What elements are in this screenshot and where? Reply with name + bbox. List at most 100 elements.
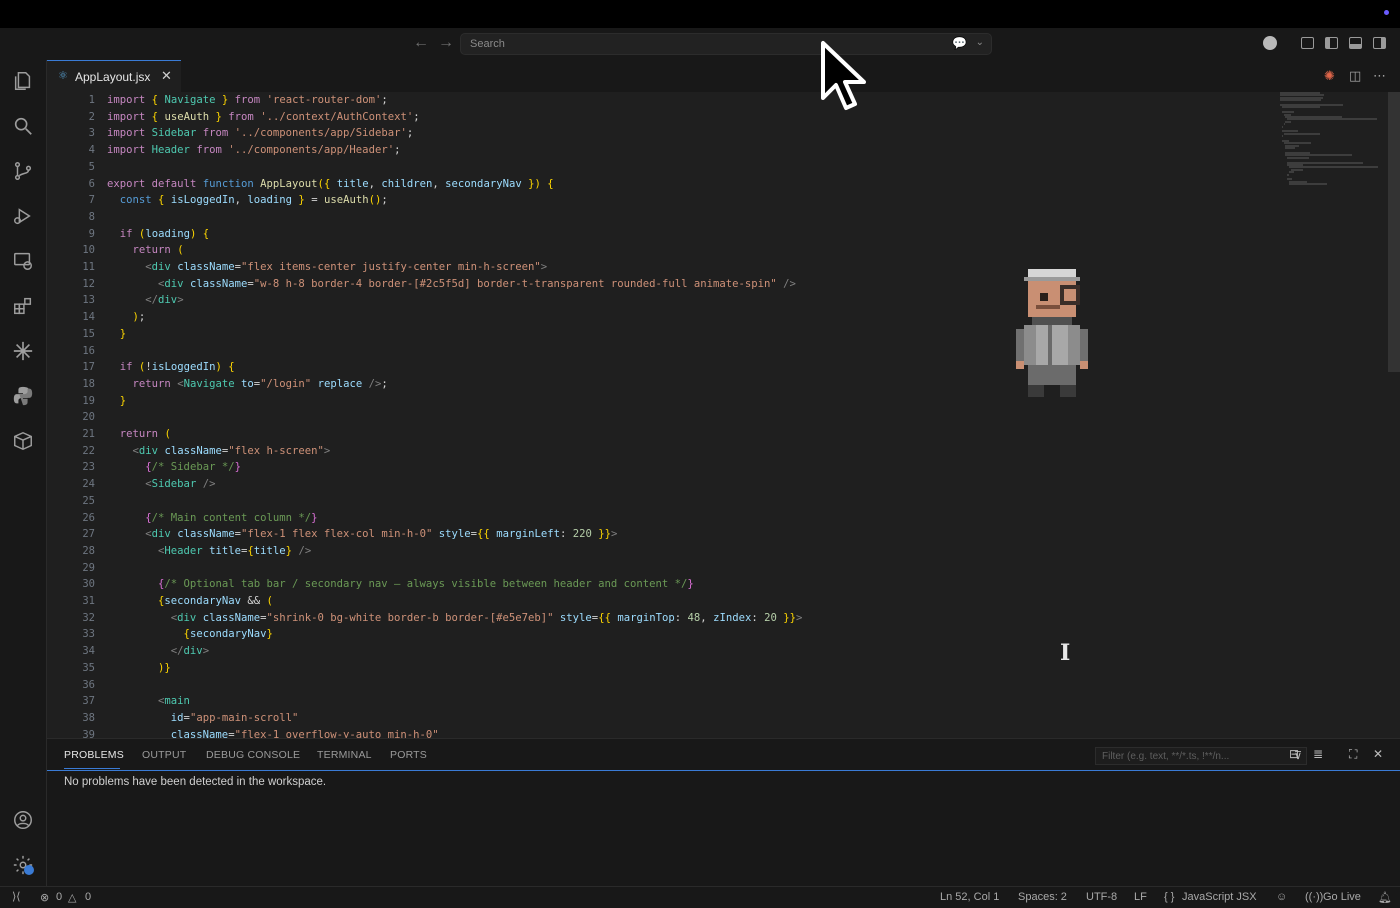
code-line[interactable]: return ( xyxy=(107,426,171,443)
tab-terminal[interactable]: TERMINAL xyxy=(317,749,372,761)
code-line[interactable]: <div className="flex-1 flex flex-col min… xyxy=(107,526,617,543)
code-line[interactable]: return ( xyxy=(107,242,184,259)
line-number[interactable]: 3 xyxy=(55,125,95,142)
line-number[interactable]: 28 xyxy=(55,543,95,560)
manage-gear-icon[interactable] xyxy=(12,854,34,876)
debug-config-icon[interactable]: ✺ xyxy=(1324,68,1335,84)
code-line[interactable]: {secondaryNav && ( xyxy=(107,593,273,610)
line-number[interactable]: 26 xyxy=(55,510,95,527)
split-editor-icon[interactable]: ◫ xyxy=(1349,68,1361,84)
line-number[interactable]: 15 xyxy=(55,326,95,343)
line-number[interactable]: 10 xyxy=(55,242,95,259)
code-line[interactable]: {/* Optional tab bar / secondary nav — a… xyxy=(107,576,694,593)
code-line[interactable]: id="app-main-scroll" xyxy=(107,710,299,727)
tab-applayout[interactable]: ⚛ AppLayout.jsx ✕ xyxy=(47,60,181,92)
collapse-all-icon[interactable]: ⊟ xyxy=(1289,747,1299,761)
line-number[interactable]: 14 xyxy=(55,309,95,326)
line-number[interactable]: 32 xyxy=(55,610,95,627)
line-number[interactable]: 27 xyxy=(55,526,95,543)
line-number[interactable]: 16 xyxy=(55,343,95,360)
toggle-secondary-sidebar-icon[interactable] xyxy=(1373,37,1386,49)
arrow-left-icon[interactable]: ← xyxy=(413,34,429,52)
maximize-panel-icon[interactable]: ⛶ xyxy=(1349,747,1357,762)
warning-icon[interactable]: △ xyxy=(68,891,76,904)
copilot-status-icon[interactable] xyxy=(1263,36,1277,50)
code-line[interactable]: if (loading) { xyxy=(107,226,209,243)
problems-filter-input[interactable]: Filter (e.g. text, **/*.ts, !**/n... ⊽ xyxy=(1095,747,1307,765)
line-number[interactable]: 35 xyxy=(55,660,95,677)
line-number[interactable]: 7 xyxy=(55,192,95,209)
line-number[interactable]: 33 xyxy=(55,626,95,643)
tab-output[interactable]: OUTPUT xyxy=(142,749,186,761)
toggle-panel-icon[interactable] xyxy=(1349,37,1362,49)
line-number[interactable]: 23 xyxy=(55,459,95,476)
error-count[interactable]: 0 xyxy=(56,891,62,903)
code-line[interactable]: ); xyxy=(107,309,146,326)
code-editor[interactable]: 1 2 3 4 5 6 7 8 9 10 11 12 13 14 15 16 17 18 19 20 21 22 23 24 2… xyxy=(47,92,1400,738)
line-number[interactable]: 24 xyxy=(55,476,95,493)
line-number[interactable]: 2 xyxy=(55,109,95,126)
code-line[interactable]: <Header title={title} /> xyxy=(107,543,311,560)
line-number[interactable]: 6 xyxy=(55,176,95,193)
search-icon[interactable] xyxy=(12,115,34,137)
line-number[interactable]: 1 xyxy=(55,92,95,109)
line-number[interactable]: 13 xyxy=(55,292,95,309)
line-number[interactable]: 37 xyxy=(55,693,95,710)
code-line[interactable]: className="flex-1 overflow-y-auto min-h-… xyxy=(107,727,439,738)
code-line[interactable]: <Sidebar /> xyxy=(107,476,215,493)
cursor-position[interactable]: Ln 52, Col 1 xyxy=(940,891,999,903)
tab-problems[interactable]: PROBLEMS xyxy=(64,749,124,761)
remote-indicator-icon[interactable]: ⟩⟨ xyxy=(12,890,21,903)
line-number[interactable]: 20 xyxy=(55,409,95,426)
code-line[interactable]: <main xyxy=(107,693,190,710)
error-icon[interactable]: ⊗ xyxy=(40,891,49,904)
line-number[interactable]: 30 xyxy=(55,576,95,593)
line-number[interactable]: 12 xyxy=(55,276,95,293)
line-number[interactable]: 19 xyxy=(55,393,95,410)
command-center-search[interactable]: Search 💬 ⌄ xyxy=(460,33,992,55)
accounts-icon[interactable] xyxy=(12,809,34,831)
code-line[interactable]: {/* Sidebar */} xyxy=(107,459,241,476)
copilot-icon[interactable] xyxy=(12,340,34,362)
line-number[interactable]: 38 xyxy=(55,710,95,727)
customize-layout-icon[interactable] xyxy=(1301,37,1314,49)
view-as-list-icon[interactable]: ≣ xyxy=(1313,747,1323,761)
more-actions-icon[interactable]: ⋯ xyxy=(1373,68,1386,84)
code-line[interactable]: export default function AppLayout({ titl… xyxy=(107,176,554,193)
source-control-icon[interactable] xyxy=(12,160,34,182)
line-number[interactable]: 18 xyxy=(55,376,95,393)
code-line[interactable]: <div className="flex items-center justif… xyxy=(107,259,547,276)
python-icon[interactable] xyxy=(12,385,34,407)
line-number[interactable]: 39 xyxy=(55,727,95,738)
go-live-button[interactable]: Go Live xyxy=(1323,891,1361,903)
code-line[interactable]: import { Navigate } from 'react-router-d… xyxy=(107,92,388,109)
copilot-status-icon[interactable]: ☺ xyxy=(1276,891,1287,903)
remote-explorer-icon[interactable] xyxy=(12,250,34,272)
code-line[interactable]: import Header from '../components/app/He… xyxy=(107,142,400,159)
code-line[interactable]: {secondaryNav} xyxy=(107,626,273,643)
line-number[interactable]: 4 xyxy=(55,142,95,159)
line-number[interactable]: 22 xyxy=(55,443,95,460)
close-icon[interactable]: ✕ xyxy=(161,68,172,84)
code-line[interactable]: return <Navigate to="/login" replace />; xyxy=(107,376,388,393)
line-number[interactable]: 25 xyxy=(55,493,95,510)
code-line[interactable]: import { useAuth } from '../context/Auth… xyxy=(107,109,420,126)
code-line[interactable]: import Sidebar from '../components/app/S… xyxy=(107,125,413,142)
line-number[interactable]: 36 xyxy=(55,677,95,694)
close-panel-icon[interactable]: ✕ xyxy=(1373,747,1383,761)
code-line[interactable]: </div> xyxy=(107,292,183,309)
line-number[interactable]: 17 xyxy=(55,359,95,376)
line-number[interactable]: 21 xyxy=(55,426,95,443)
code-line[interactable]: {/* Main content column */} xyxy=(107,510,317,527)
code-line[interactable]: const { isLoggedIn, loading } = useAuth(… xyxy=(107,192,388,209)
end-of-line[interactable]: LF xyxy=(1134,891,1147,903)
code-line[interactable]: if (!isLoggedIn) { xyxy=(107,359,235,376)
code-line[interactable]: <div className="w-8 h-8 border-4 border-… xyxy=(107,276,796,293)
encoding[interactable]: UTF-8 xyxy=(1086,891,1117,903)
line-number[interactable]: 11 xyxy=(55,259,95,276)
tab-ports[interactable]: PORTS xyxy=(390,749,427,761)
chevron-down-icon[interactable]: ⌄ xyxy=(976,37,984,48)
arrow-right-icon[interactable]: → xyxy=(438,34,454,52)
code-line[interactable]: <div className="shrink-0 bg-white border… xyxy=(107,610,803,627)
line-number[interactable]: 29 xyxy=(55,560,95,577)
